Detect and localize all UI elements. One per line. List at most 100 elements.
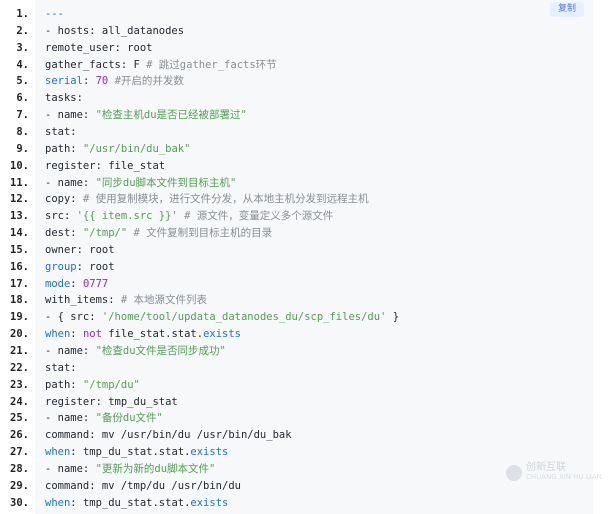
code-token: : [70,277,83,290]
line-number: 26. [10,429,29,442]
code-text: - { src: '/home/tool/updata_datanodes_du… [45,309,399,326]
code-line: 8. stat: [0,124,593,141]
code-line: 6. tasks: [0,90,593,107]
code-token: register: tmp_du_stat [45,395,178,408]
line-number: 8. [16,125,29,138]
code-token: dest: [45,227,83,240]
code-line: 14. dest: "/tmp/" # 文件复制到目标主机的目录 [0,225,593,242]
code-line: 7. - name: "检查主机du是否已经被部署过" [0,107,593,124]
line-number: 22. [10,361,29,374]
code-text: src: '{{ item.src }}' # 源文件，变量定义多个源文件 [45,208,333,225]
code-text: when: not file_stat.stat.exists [45,326,241,343]
code-text: with_items: # 本地源文件列表 [45,292,207,309]
code-line: 26. command: mv /usr/bin/du /usr/bin/du_b… [0,427,593,444]
code-line: 30. when: tmp_du_stat.stat.exists [0,495,593,512]
line-number: 10. [10,159,29,172]
code-line: 15. owner: root [0,242,593,259]
line-number: 17. [10,277,29,290]
code-token: src: [45,210,77,223]
code-token: "同步du脚本文件到目标主机" [95,176,237,189]
code-line: 9. path: "/usr/bin/du_bak" [0,141,593,158]
line-number: 2. [16,24,29,37]
code-token: "/usr/bin/du_bak" [82,142,191,155]
code-token: remote_user: root [45,41,153,54]
code-text: when: tmp_du_stat.stat.exists [45,495,228,512]
code-token: # 跳过gather_facts环节 [146,58,277,71]
code-token: command: mv /usr/bin/du /usr/bin/du_bak [45,429,292,442]
code-line: 27. when: tmp_du_stat.stat.exists [0,444,593,461]
line-number: 19. [10,311,29,324]
line-number: 13. [10,210,29,223]
code-text: - name: "检查du文件是否同步成功" [45,343,226,360]
line-number: 25. [10,412,29,425]
code-token: : tmp_du_stat.stat. [70,496,191,509]
code-line: 12. copy: # 使用复制模块，进行文件分发，从本地主机分发到远程主机 [0,191,593,208]
code-text: command: mv /usr/bin/du /usr/bin/du_bak [45,427,292,444]
code-token: exists [190,496,229,509]
line-number: 6. [16,92,29,105]
code-token: group [45,260,77,273]
line-number: 12. [10,193,29,206]
code-token: "检查du文件是否同步成功" [95,345,226,357]
line-number: 27. [10,446,29,459]
code-token: : [70,328,83,341]
code-token: when [45,496,71,509]
code-token: exists [203,328,242,341]
code-token: mode [45,277,71,290]
code-token: # 源文件，变量定义多个源文件 [184,210,334,223]
code-text: path: "/tmp/du" [45,377,140,394]
copy-button[interactable]: 复制 [550,2,584,17]
code-token: # 使用复制模块，进行文件分发，从本地主机分发到远程主机 [82,193,369,206]
code-text: - hosts: all_datanodes [45,23,184,40]
code-token: stat: [45,361,77,374]
code-token: serial [45,75,83,88]
code-token: '{{ item.src }}' [76,210,178,223]
line-number: 3. [16,41,29,54]
code-token: "更新为新的du脚本文件" [95,462,216,475]
code-line: 4. gather_facts: F # 跳过gather_facts环节 [0,57,593,74]
code-token: : root [76,260,115,273]
line-number: 9. [16,142,29,155]
code-line: 28. - name: "更新为新的du脚本文件" [0,461,593,478]
code-token: - name: [45,345,96,357]
code-line: 24. register: tmp_du_stat [0,394,593,411]
code-token: not [82,328,102,341]
code-token: when [45,328,71,341]
code-token: gather_facts: F [45,58,147,71]
code-token: "备份du文件" [95,412,163,425]
code-text: stat: [45,360,77,377]
code-line: 11. - name: "同步du脚本文件到目标主机" [0,175,593,192]
code-line: 19. - { src: '/home/tool/updata_datanodes… [0,309,593,326]
code-token: - name: [45,176,96,189]
code-token: - name: [45,412,96,425]
code-token: "检查主机du是否已经被部署过" [95,109,247,122]
code-token: path: [45,378,83,391]
code-token: file_stat.stat. [101,328,204,341]
code-line: 1. --- [0,6,593,23]
code-line: 2. - hosts: all_datanodes [0,23,593,40]
watermark: 创新互联 CHUANG XIN HU LIAN [506,462,602,484]
code-token: - hosts: all_datanodes [45,24,185,37]
code-line: 17. mode: 0777 [0,276,593,293]
code-text: owner: root [45,242,115,259]
watermark-logo-icon [506,465,522,481]
code-token: 0777 [82,277,109,290]
code-text: mode: 0777 [45,276,108,293]
code-text: tasks: [45,90,83,107]
code-text: command: mv /tmp/du /usr/bin/du [45,478,241,495]
code-token: # 文件复制到目标主机的目录 [133,227,273,240]
line-number: 24. [10,395,29,408]
line-number: 14. [10,227,29,240]
code-token: stat: [45,125,77,138]
code-block: 1. --- 2. - hosts: all_datanodes 3. remote_us… [0,0,593,514]
code-line: 13. src: '{{ item.src }}' # 源文件，变量定义多个源文件 [0,208,593,225]
code-token: exists [190,446,229,459]
line-number: 7. [16,109,29,122]
code-text: register: tmp_du_stat [45,394,178,411]
code-token: : tmp_du_stat.stat. [70,446,191,459]
code-token: owner: root [45,243,115,256]
code-line: 10. register: file_stat [0,158,593,175]
line-number: 23. [10,378,29,391]
code-token: register: file_stat [45,159,166,172]
code-token: } [386,311,400,324]
